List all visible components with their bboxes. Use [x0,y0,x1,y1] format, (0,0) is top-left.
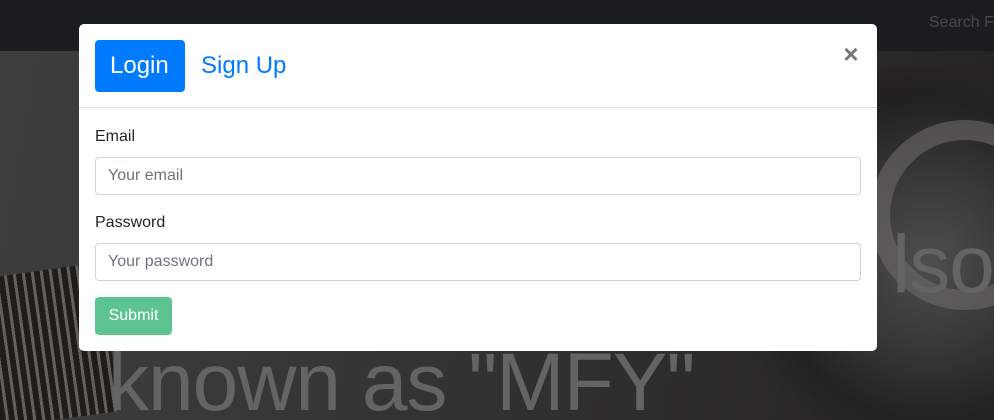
tab-login[interactable]: Login [95,40,185,92]
email-field[interactable] [95,157,861,195]
tab-signup[interactable]: Sign Up [186,40,301,92]
submit-button[interactable]: Submit [95,297,172,335]
email-label: Email [95,128,136,145]
page: Search F lso known as "MFY" Login Sign U… [0,0,994,420]
password-label: Password [95,214,166,231]
password-field[interactable] [95,243,861,281]
close-icon[interactable]: × [841,40,861,68]
modal-header: Login Sign Up × [79,24,877,108]
login-modal: Login Sign Up × Email Password Submit [79,24,877,351]
